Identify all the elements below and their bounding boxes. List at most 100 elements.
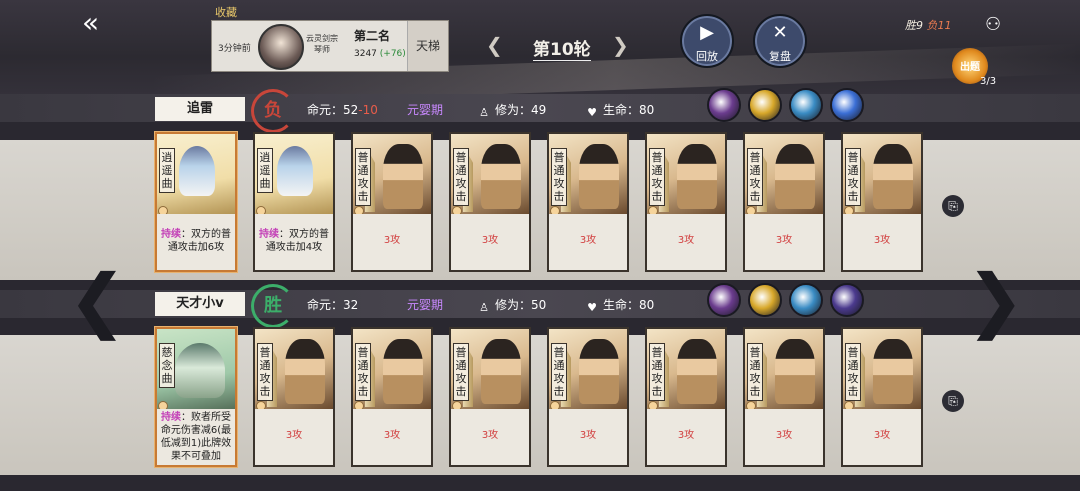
next-round-button[interactable]: ❯ bbox=[612, 33, 629, 57]
cultivation-icon: ♙ bbox=[479, 301, 489, 314]
character-figure bbox=[383, 339, 423, 404]
card-description: 3攻 bbox=[451, 409, 529, 465]
heart-icon: ♥ bbox=[587, 106, 597, 119]
card-tag: 持续 bbox=[161, 229, 181, 240]
battle-card[interactable]: 普通攻击 3攻 bbox=[841, 132, 923, 272]
card-name: 普通攻击 bbox=[453, 148, 469, 206]
card-name: 慈念曲 bbox=[159, 343, 175, 388]
hp-value: 80 bbox=[639, 298, 655, 312]
character-figure bbox=[277, 146, 313, 196]
network-icon[interactable]: ⚇ bbox=[985, 14, 1013, 42]
card-name: 普通攻击 bbox=[649, 148, 665, 206]
battle-card[interactable]: 普通攻击 3攻 bbox=[841, 327, 923, 467]
skill-orb-icon[interactable] bbox=[789, 283, 823, 317]
realm-label: 元婴期 bbox=[407, 298, 444, 312]
card-name: 普通攻击 bbox=[845, 148, 861, 206]
battle-card[interactable]: 普通攻击 3攻 bbox=[645, 132, 727, 272]
battle-card[interactable]: 普通攻击 3攻 bbox=[547, 327, 629, 467]
deck-icon: ⎘ bbox=[948, 199, 958, 213]
realm-label: 元婴期 bbox=[407, 103, 444, 117]
card-name: 普通攻击 bbox=[355, 148, 371, 206]
character-figure bbox=[579, 144, 619, 209]
card-description: 3攻 bbox=[745, 409, 823, 465]
character-figure bbox=[775, 339, 815, 404]
score: 3247 (+76) bbox=[354, 49, 406, 59]
cultivation-label: 修为： bbox=[495, 298, 532, 312]
cultivation-icon: ♙ bbox=[479, 106, 489, 119]
card-name: 普通攻击 bbox=[845, 343, 861, 401]
hp-label: 生命： bbox=[603, 298, 640, 312]
battle-card[interactable]: 普通攻击 3攻 bbox=[449, 132, 531, 272]
battle-card[interactable]: 普通攻击 3攻 bbox=[351, 132, 433, 272]
card-description: 3攻 bbox=[549, 409, 627, 465]
player-1-info: 追雷 负 命元：52-10 元婴期 ♙ 修为：49 ♥ 生命：80 bbox=[155, 88, 915, 133]
score-delta: (+76) bbox=[379, 49, 406, 59]
character-figure bbox=[775, 144, 815, 209]
battle-card[interactable]: 普通攻击 3攻 bbox=[253, 327, 335, 467]
skill-orb-icon[interactable] bbox=[748, 283, 782, 317]
cultivation-stat: ♙ 修为：50 bbox=[477, 296, 546, 315]
review-label: 复盘 bbox=[769, 50, 791, 63]
battle-card[interactable]: 普通攻击 3攻 bbox=[645, 327, 727, 467]
card-description: 3攻 bbox=[353, 214, 431, 270]
review-button[interactable]: ✕ 复盘 bbox=[753, 14, 807, 68]
card-description: 3攻 bbox=[647, 409, 725, 465]
hp-stat: ♥ 生命：80 bbox=[585, 101, 654, 120]
skill-orb-icon[interactable] bbox=[830, 88, 864, 122]
prev-round-button[interactable]: ❮ bbox=[486, 33, 503, 57]
skill-orb-icon[interactable] bbox=[707, 88, 741, 122]
win-count: 胜9 bbox=[905, 19, 923, 32]
ladder-tag: 天梯 bbox=[407, 21, 448, 71]
battle-card[interactable]: 逍遥曲 持续：双方的普通攻击加6攻 bbox=[155, 132, 237, 272]
character-figure bbox=[579, 339, 619, 404]
skill-orb-icon[interactable] bbox=[707, 283, 741, 317]
hp-value: 80 bbox=[639, 103, 655, 117]
skill-orb-icon[interactable] bbox=[830, 283, 864, 317]
skill-orb-icon[interactable] bbox=[789, 88, 823, 122]
player-1-deck-button[interactable]: ⎘ bbox=[942, 195, 964, 217]
player-2-deck-button[interactable]: ⎘ bbox=[942, 390, 964, 412]
opponent-summary-card[interactable]: 3分钟前 云灵剑宗 琴师 第二名 3247 (+76) 天梯 bbox=[211, 20, 449, 72]
character-figure bbox=[873, 339, 913, 404]
character-figure bbox=[677, 339, 717, 404]
cultivation-value: 49 bbox=[531, 103, 547, 117]
battle-card[interactable]: 普通攻击 3攻 bbox=[743, 327, 825, 467]
cultivation-stat: ♙ 修为：49 bbox=[477, 101, 546, 120]
character-figure bbox=[383, 144, 423, 209]
battle-card[interactable]: 普通攻击 3攻 bbox=[449, 327, 531, 467]
card-description: 3攻 bbox=[647, 214, 725, 270]
card-description: 3攻 bbox=[353, 409, 431, 465]
battle-card[interactable]: 普通攻击 3攻 bbox=[351, 327, 433, 467]
favorite-label[interactable]: 收藏 bbox=[215, 4, 237, 20]
life-stat: 命元：52-10 bbox=[307, 101, 378, 118]
card-name: 普通攻击 bbox=[747, 148, 763, 206]
replay-button[interactable]: ▶ 回放 bbox=[680, 14, 734, 68]
battle-card[interactable]: 普通攻击 3攻 bbox=[743, 132, 825, 272]
hp-label: 生命： bbox=[603, 103, 640, 117]
battle-card[interactable]: 普通攻击 3攻 bbox=[547, 132, 629, 272]
player-name: 天才小v bbox=[155, 292, 245, 316]
back-button[interactable]: « bbox=[82, 9, 120, 37]
card-tag: 持续 bbox=[259, 229, 279, 240]
life-label: 命元： bbox=[307, 103, 344, 117]
card-tag: 持续 bbox=[161, 412, 181, 423]
prev-page-arrow[interactable]: ❮ bbox=[68, 255, 127, 345]
round-label: 第10轮 bbox=[533, 35, 591, 61]
heart-icon: ♥ bbox=[587, 301, 597, 314]
next-page-arrow[interactable]: ❯ bbox=[966, 255, 1025, 345]
chevron-right-icon: ❯ bbox=[612, 33, 629, 57]
card-name: 普通攻击 bbox=[747, 343, 763, 401]
card-description: 3攻 bbox=[745, 214, 823, 270]
chuzhao-label: 出题 bbox=[960, 62, 980, 73]
result-badge: 负 bbox=[251, 89, 295, 133]
card-description: 持续：双方的普通攻击加6攻 bbox=[157, 214, 235, 270]
double-chevron-left-icon: « bbox=[82, 6, 100, 39]
card-name: 普通攻击 bbox=[355, 343, 371, 401]
battle-card[interactable]: 逍遥曲 持续：双方的普通攻击加4攻 bbox=[253, 132, 335, 272]
battle-card[interactable]: 慈念曲 持续：败者所受命元伤害减6(最低减到1)此牌效果不可叠加 bbox=[155, 327, 237, 467]
hp-stat: ♥ 生命：80 bbox=[585, 296, 654, 315]
skill-orb-icon[interactable] bbox=[748, 88, 782, 122]
win-loss-record: 胜9 负11 bbox=[905, 17, 952, 33]
character-figure bbox=[481, 144, 521, 209]
card-description: 3攻 bbox=[843, 214, 921, 270]
